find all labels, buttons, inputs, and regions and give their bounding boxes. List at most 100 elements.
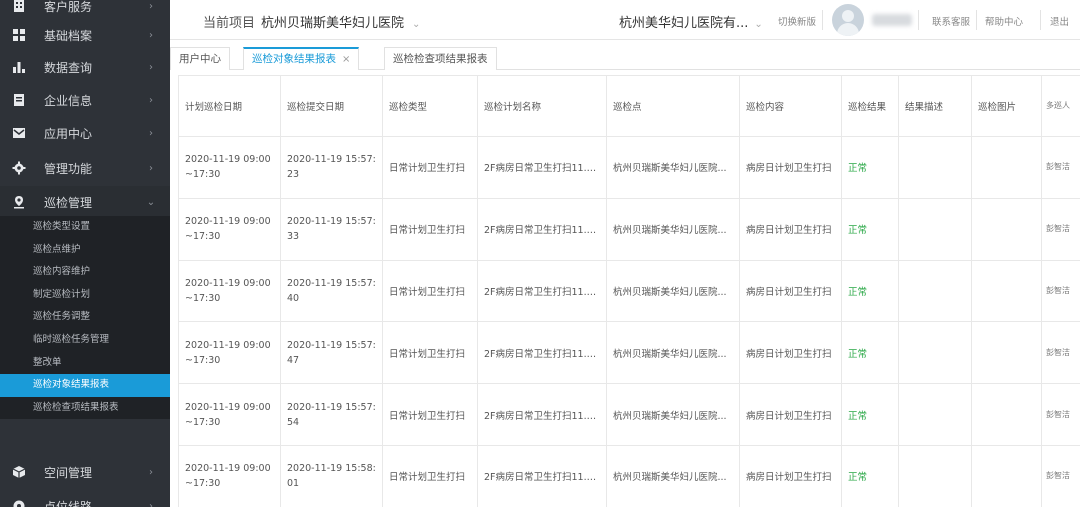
submenu-item-check-item-report[interactable]: 巡检检查项结果报表 <box>0 397 170 420</box>
pin-icon <box>10 497 28 507</box>
switch-version-link[interactable]: 切换新版 <box>778 14 816 28</box>
submenu-item-object-report[interactable]: 巡检对象结果报表 <box>0 374 170 397</box>
cell-person: 彭智洁 <box>1041 383 1080 446</box>
cell-result: 正常 <box>841 321 899 385</box>
cell-type: 日常计划卫生打扫 <box>382 136 478 199</box>
sidebar-item-management[interactable]: 管理功能 › <box>0 152 170 184</box>
cell-person-text: 彭智洁 <box>1046 224 1070 234</box>
cell-type: 日常计划卫生打扫 <box>382 197 478 261</box>
cell-point: 杭州贝瑞斯美华妇儿医院... <box>606 259 740 323</box>
cell-image <box>971 197 1042 261</box>
sidebar-item-enterprise-info[interactable]: 企业信息 › <box>0 84 170 116</box>
cell-plan-name: 2F病房日常卫生打扫11.1... <box>477 321 607 385</box>
cell-description <box>898 383 972 446</box>
cell-description <box>898 444 972 507</box>
cell-result: 正常 <box>841 383 899 446</box>
help-center-link[interactable]: 帮助中心 <box>985 14 1023 28</box>
sidebar-item-label: 点位线路 <box>44 499 93 507</box>
cell-result: 正常 <box>841 197 899 261</box>
tab-user-center[interactable]: 用户中心 <box>170 47 230 70</box>
cell-description <box>898 321 972 385</box>
submenu-item-inspection-content[interactable]: 巡检内容维护 <box>0 261 170 284</box>
cell-person: 彭智洁 <box>1041 444 1080 507</box>
cell-point: 杭州贝瑞斯美华妇儿医院... <box>606 383 740 446</box>
chevron-right-icon: › <box>149 162 153 174</box>
cell-type: 日常计划卫生打扫 <box>382 383 478 446</box>
cell-content: 病房日计划卫生打扫 <box>739 321 842 385</box>
avatar[interactable] <box>832 4 864 36</box>
cell-result: 正常 <box>841 136 899 199</box>
cell-result: 正常 <box>841 444 899 507</box>
tab-bar: 用户中心 巡检对象结果报表 × 巡检检查项结果报表 <box>170 42 1080 70</box>
cell-image <box>971 259 1042 323</box>
document-icon <box>10 91 28 109</box>
header-divider <box>1040 10 1041 30</box>
cell-plan-name: 2F病房日常卫生打扫11.1... <box>477 383 607 446</box>
submenu-item-make-plan[interactable]: 制定巡检计划 <box>0 284 170 307</box>
username-redacted <box>872 14 912 26</box>
tab-label: 用户中心 <box>179 53 221 65</box>
results-table: 计划巡检日期 巡检提交日期 巡检类型 巡检计划名称 巡检点 巡检内容 巡检结果 … <box>178 75 1080 507</box>
cell-content: 病房日计划卫生打扫 <box>739 444 842 507</box>
submenu-item-inspection-type[interactable]: 巡检类型设置 <box>0 216 170 239</box>
submenu-item-inspection-point[interactable]: 巡检点维护 <box>0 239 170 262</box>
sidebar-item-point-route[interactable]: 点位线路 › <box>0 490 170 507</box>
cell-person-text: 彭智洁 <box>1046 409 1070 419</box>
org-selector[interactable]: 杭州美华妇儿医院有... ⌄ <box>619 12 763 31</box>
column-header: 计划巡检日期 <box>178 75 281 137</box>
cell-type: 日常计划卫生打扫 <box>382 259 478 323</box>
header-divider <box>822 10 823 30</box>
building-icon <box>10 0 28 15</box>
cell-plan-date: 2020-11-19 09:00~17:30 <box>178 444 281 507</box>
bar-chart-icon <box>10 58 28 76</box>
table-row[interactable]: 2020-11-19 09:00~17:30 2020-11-19 15:57:… <box>178 383 1080 446</box>
project-selector[interactable]: 当前项目 杭州贝瑞斯美华妇儿医院 ⌄ <box>203 12 420 31</box>
cell-person: 彭智洁 <box>1041 136 1080 199</box>
cell-person: 彭智洁 <box>1041 197 1080 261</box>
sidebar-item-label: 空间管理 <box>44 465 93 480</box>
cell-plan-name: 2F病房日常卫生打扫11.1... <box>477 259 607 323</box>
cell-plan-date: 2020-11-19 09:00~17:30 <box>178 136 281 199</box>
grid-icon <box>10 26 28 44</box>
sidebar-item-inspection-management[interactable]: 巡检管理 ⌄ <box>0 186 170 218</box>
cell-plan-name: 2F病房日常卫生打扫11.1... <box>477 444 607 507</box>
logout-link[interactable]: 退出 <box>1050 14 1069 28</box>
submenu-item-temp-task[interactable]: 临时巡检任务管理 <box>0 329 170 352</box>
cell-description <box>898 259 972 323</box>
sidebar-item-space-management[interactable]: 空间管理 › <box>0 456 170 488</box>
submenu-item-rectification[interactable]: 整改单 <box>0 352 170 375</box>
tab-object-result-report[interactable]: 巡检对象结果报表 × <box>243 47 360 70</box>
cell-content: 病房日计划卫生打扫 <box>739 136 842 199</box>
sidebar-item-label: 巡检管理 <box>44 195 93 210</box>
table-row[interactable]: 2020-11-19 09:00~17:30 2020-11-19 15:57:… <box>178 197 1080 261</box>
table-row[interactable]: 2020-11-19 09:00~17:30 2020-11-19 15:57:… <box>178 136 1080 199</box>
header-divider <box>918 10 919 30</box>
cell-type: 日常计划卫生打扫 <box>382 444 478 507</box>
sidebar-item-basic-archives[interactable]: 基础档案 › <box>0 19 170 51</box>
chevron-right-icon: › <box>149 127 153 139</box>
sidebar-item-data-query[interactable]: 数据查询 › <box>0 51 170 83</box>
table-row[interactable]: 2020-11-19 09:00~17:30 2020-11-19 15:57:… <box>178 259 1080 323</box>
cell-person: 彭智洁 <box>1041 259 1080 323</box>
table-row[interactable]: 2020-11-19 09:00~17:30 2020-11-19 15:57:… <box>178 321 1080 385</box>
cell-description <box>898 197 972 261</box>
chevron-right-icon: › <box>149 500 153 507</box>
chevron-right-icon: › <box>149 29 153 41</box>
cell-submit-date: 2020-11-19 15:57:47 <box>280 321 383 385</box>
mail-icon <box>10 124 28 142</box>
submenu-item-task-adjust[interactable]: 巡检任务调整 <box>0 306 170 329</box>
chevron-right-icon: › <box>149 466 153 478</box>
sidebar-item-app-center[interactable]: 应用中心 › <box>0 117 170 149</box>
table-row[interactable]: 2020-11-19 09:00~17:30 2020-11-19 15:58:… <box>178 444 1080 507</box>
org-name: 杭州美华妇儿医院有... <box>619 16 749 31</box>
column-header: 巡检图片 <box>971 75 1042 137</box>
cell-person: 彭智洁 <box>1041 321 1080 385</box>
project-label: 当前项目 <box>203 16 256 31</box>
close-icon[interactable]: × <box>342 54 350 65</box>
chevron-right-icon: › <box>149 0 153 12</box>
cell-image <box>971 321 1042 385</box>
sidebar: 客户服务 › 基础档案 › 数据查询 › 企业信息 › 应用中心 › 管理功能 … <box>0 0 170 507</box>
contact-support-link[interactable]: 联系客服 <box>932 14 970 28</box>
tab-check-item-result-report[interactable]: 巡检检查项结果报表 <box>384 47 497 70</box>
sidebar-item-label: 管理功能 <box>44 161 93 176</box>
